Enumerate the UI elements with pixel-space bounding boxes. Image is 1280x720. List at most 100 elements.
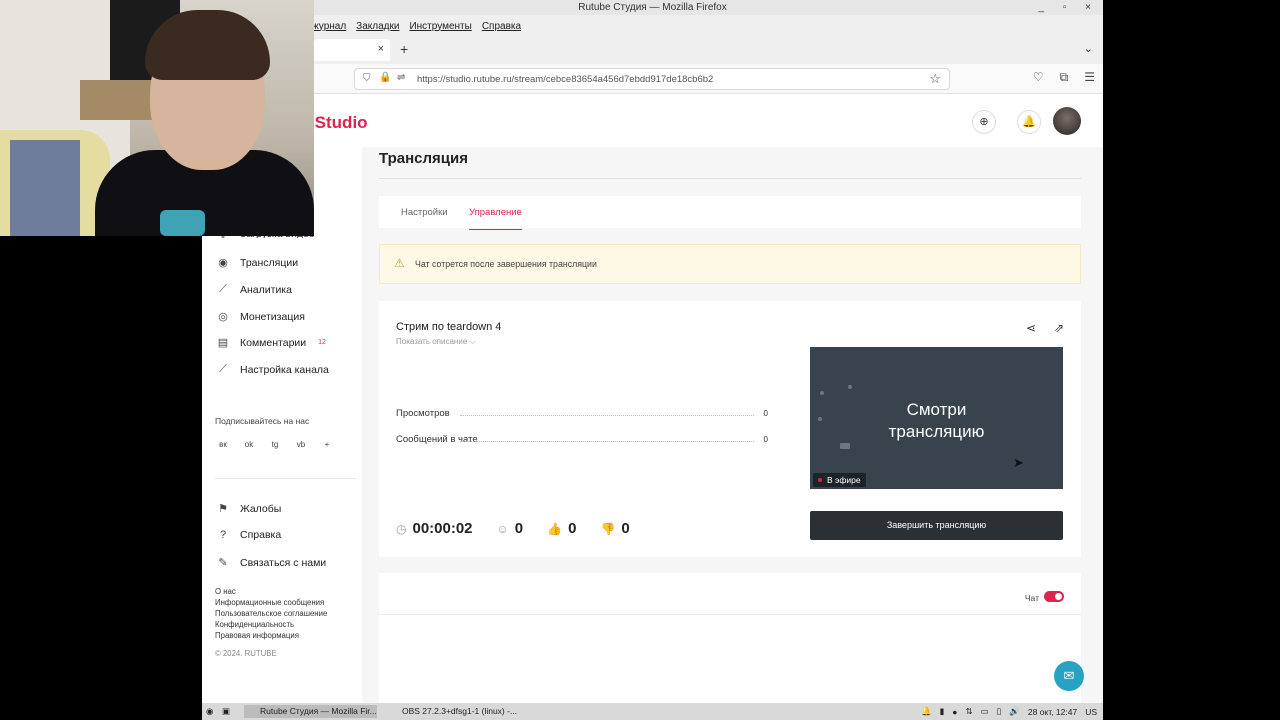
avatar[interactable] bbox=[1053, 107, 1081, 135]
obs-tray-icon[interactable]: ● bbox=[952, 707, 957, 717]
chat-toggle[interactable] bbox=[1044, 591, 1064, 602]
upload-button-icon[interactable]: ⊕ bbox=[972, 110, 996, 134]
close-tab-icon[interactable]: × bbox=[378, 43, 384, 55]
menu-bar: журнал Закладки Инструменты Справка bbox=[202, 15, 1103, 37]
ok-icon[interactable]: ok bbox=[242, 438, 256, 452]
clock[interactable]: 28 окт, 12:47 bbox=[1028, 707, 1077, 717]
stat-value: 0 bbox=[763, 409, 768, 418]
link-privacy[interactable]: Конфиденциальность bbox=[215, 620, 294, 629]
menu-tools[interactable]: Инструменты bbox=[409, 21, 471, 32]
vk-icon[interactable]: вк bbox=[216, 438, 230, 452]
list-tabs-icon[interactable]: ⌄ bbox=[1084, 42, 1093, 55]
brand-text: Studio bbox=[314, 113, 368, 132]
pen-icon: ✎ bbox=[218, 557, 228, 569]
viber-icon[interactable]: vb bbox=[294, 438, 308, 452]
battery-icon[interactable]: ▯ bbox=[997, 706, 1002, 717]
sidebar-item-complaints[interactable]: ⚑ Жалобы bbox=[216, 502, 282, 516]
network-icon[interactable]: ⇅ bbox=[965, 706, 972, 717]
viewer-icon: ☺ bbox=[496, 521, 509, 536]
taskbar-obs[interactable]: OBS 27.2.3+dfsg1-1 (linux) -... bbox=[386, 705, 517, 718]
lock-icon[interactable]: 🔒 bbox=[379, 72, 391, 83]
telegram-icon[interactable]: tg bbox=[268, 438, 282, 452]
sidebar-item-analytics[interactable]: ⟋ Аналитика bbox=[216, 283, 292, 296]
sidebar-divider bbox=[214, 478, 356, 479]
tab-management[interactable]: Управление bbox=[469, 207, 522, 230]
more-social-icon[interactable]: + bbox=[320, 438, 334, 452]
comments-count-badge: 12 bbox=[318, 339, 326, 346]
tab-settings[interactable]: Настройки bbox=[401, 207, 448, 218]
display-icon[interactable]: ▭ bbox=[981, 706, 989, 717]
sidebar-item-contact[interactable]: ✎ Связаться с нами bbox=[216, 556, 326, 570]
sidebar-item-broadcasts[interactable]: ◉ Трансляции bbox=[216, 256, 299, 270]
extensions-icon[interactable]: ⧉ bbox=[1060, 70, 1069, 85]
browser-window: Rutube Студия — Mozilla Firefox _ ▫ × жу… bbox=[202, 0, 1103, 703]
stream-timer: 00:00:02 bbox=[412, 520, 473, 537]
stream-card: Стрим по teardown 4 Показать описание ⌵ … bbox=[379, 301, 1081, 557]
wand-icon: ⟋ bbox=[219, 363, 227, 375]
sidebar-item-comments[interactable]: ▤ Комментарии 12 bbox=[216, 336, 326, 350]
clock-icon: ◷ bbox=[396, 521, 407, 536]
chat-divider bbox=[379, 614, 1081, 615]
end-stream-button[interactable]: Завершить трансляцию bbox=[810, 511, 1063, 540]
screen: Rutube Студия — Mozilla Firefox _ ▫ × жу… bbox=[0, 0, 1280, 720]
window-title: Rutube Студия — Mozilla Firefox bbox=[578, 2, 727, 13]
chat-card: Чат bbox=[379, 573, 1081, 703]
copyright: © 2024. RUTUBE bbox=[215, 649, 277, 658]
menu-history[interactable]: журнал bbox=[312, 21, 346, 32]
taskbar-firefox[interactable]: Rutube Студия — Mozilla Fir... bbox=[244, 705, 377, 718]
clipboard-icon[interactable]: ▮ bbox=[940, 706, 945, 717]
dislike-icon: 👎 bbox=[600, 521, 616, 536]
keyboard-layout[interactable]: US bbox=[1085, 707, 1097, 717]
share-icon[interactable]: ⋖ bbox=[1026, 321, 1036, 335]
broadcast-icon: ◉ bbox=[218, 257, 228, 269]
webcam-overlay bbox=[0, 0, 314, 236]
notice-text: Чат сотрется после завершения трансляции bbox=[415, 259, 597, 269]
menu-help[interactable]: Справка bbox=[482, 21, 521, 32]
dislikes-count: 0 bbox=[621, 520, 630, 537]
mouse-cursor-icon: ➤ bbox=[1013, 455, 1024, 470]
shield-icon[interactable]: ⛉ bbox=[363, 73, 371, 84]
tab-bar: × + ⌄ bbox=[202, 37, 1103, 64]
preview-text: Смотри трансляцию bbox=[888, 400, 985, 441]
warning-icon: ⚠ bbox=[394, 256, 405, 270]
show-description-link[interactable]: Показать описание ⌵ bbox=[396, 337, 476, 347]
menu-bookmarks[interactable]: Закладки bbox=[356, 21, 399, 32]
new-tab-icon[interactable]: + bbox=[400, 41, 408, 57]
bookmark-star-icon[interactable]: ☆ bbox=[929, 71, 941, 87]
stream-preview[interactable]: Смотри трансляцию В эфире bbox=[810, 347, 1063, 489]
permissions-icon[interactable]: ⇌ bbox=[397, 72, 405, 83]
stream-title: Стрим по teardown 4 bbox=[396, 321, 502, 333]
sidebar-item-channel-settings[interactable]: ⟋ Настройка канала bbox=[216, 363, 329, 376]
chart-icon: ⟋ bbox=[219, 283, 227, 295]
url-text[interactable]: https://studio.rutube.ru/stream/cebce836… bbox=[417, 74, 713, 85]
link-legal[interactable]: Правовая информация bbox=[215, 631, 299, 640]
studio-logo[interactable]: :Studio bbox=[310, 113, 368, 133]
support-chat-icon[interactable]: ✉ bbox=[1054, 661, 1084, 691]
volume-icon[interactable]: 🔊 bbox=[1009, 706, 1020, 717]
sidebar-item-label: Трансляции bbox=[240, 256, 299, 269]
link-about[interactable]: О нас bbox=[215, 587, 236, 596]
sidebar-item-label: Справка bbox=[240, 529, 282, 541]
live-badge: В эфире bbox=[813, 473, 866, 487]
sidebar-item-help[interactable]: ? Справка bbox=[216, 529, 281, 541]
studio-header: :Studio ⊕ 🔔 bbox=[202, 95, 1103, 147]
address-bar[interactable]: ⛉ 🔒 ⇌ https://studio.rutube.ru/stream/ce… bbox=[354, 68, 950, 90]
sidebar-item-monetization[interactable]: ◎ Монетизация bbox=[216, 310, 305, 324]
pocket-icon[interactable]: ♡ bbox=[1033, 70, 1044, 85]
link-info-messages[interactable]: Информационные сообщения bbox=[215, 598, 324, 607]
notification-icon[interactable]: 🔔 bbox=[921, 706, 932, 717]
stat-label: Сообщений в чате bbox=[396, 434, 478, 445]
window-controls[interactable]: _ ▫ × bbox=[1038, 0, 1099, 15]
window-titlebar: Rutube Студия — Mozilla Firefox _ ▫ × bbox=[202, 0, 1103, 15]
notifications-bell-icon[interactable]: 🔔 bbox=[1017, 110, 1041, 134]
comment-icon: ▤ bbox=[217, 337, 229, 349]
coin-icon: ◎ bbox=[218, 311, 228, 323]
link-user-agreement[interactable]: Пользовательское соглашение bbox=[215, 609, 327, 618]
sidebar-item-label: Жалобы bbox=[240, 502, 282, 515]
file-manager-icon[interactable]: ▣ bbox=[222, 706, 230, 717]
start-menu-icon[interactable]: ◉ bbox=[206, 706, 213, 717]
browser-tab[interactable]: × bbox=[314, 39, 390, 61]
hamburger-menu-icon[interactable]: ☰ bbox=[1084, 70, 1095, 85]
like-icon: 👍 bbox=[547, 521, 563, 536]
external-link-icon[interactable]: ⇗ bbox=[1054, 321, 1064, 335]
